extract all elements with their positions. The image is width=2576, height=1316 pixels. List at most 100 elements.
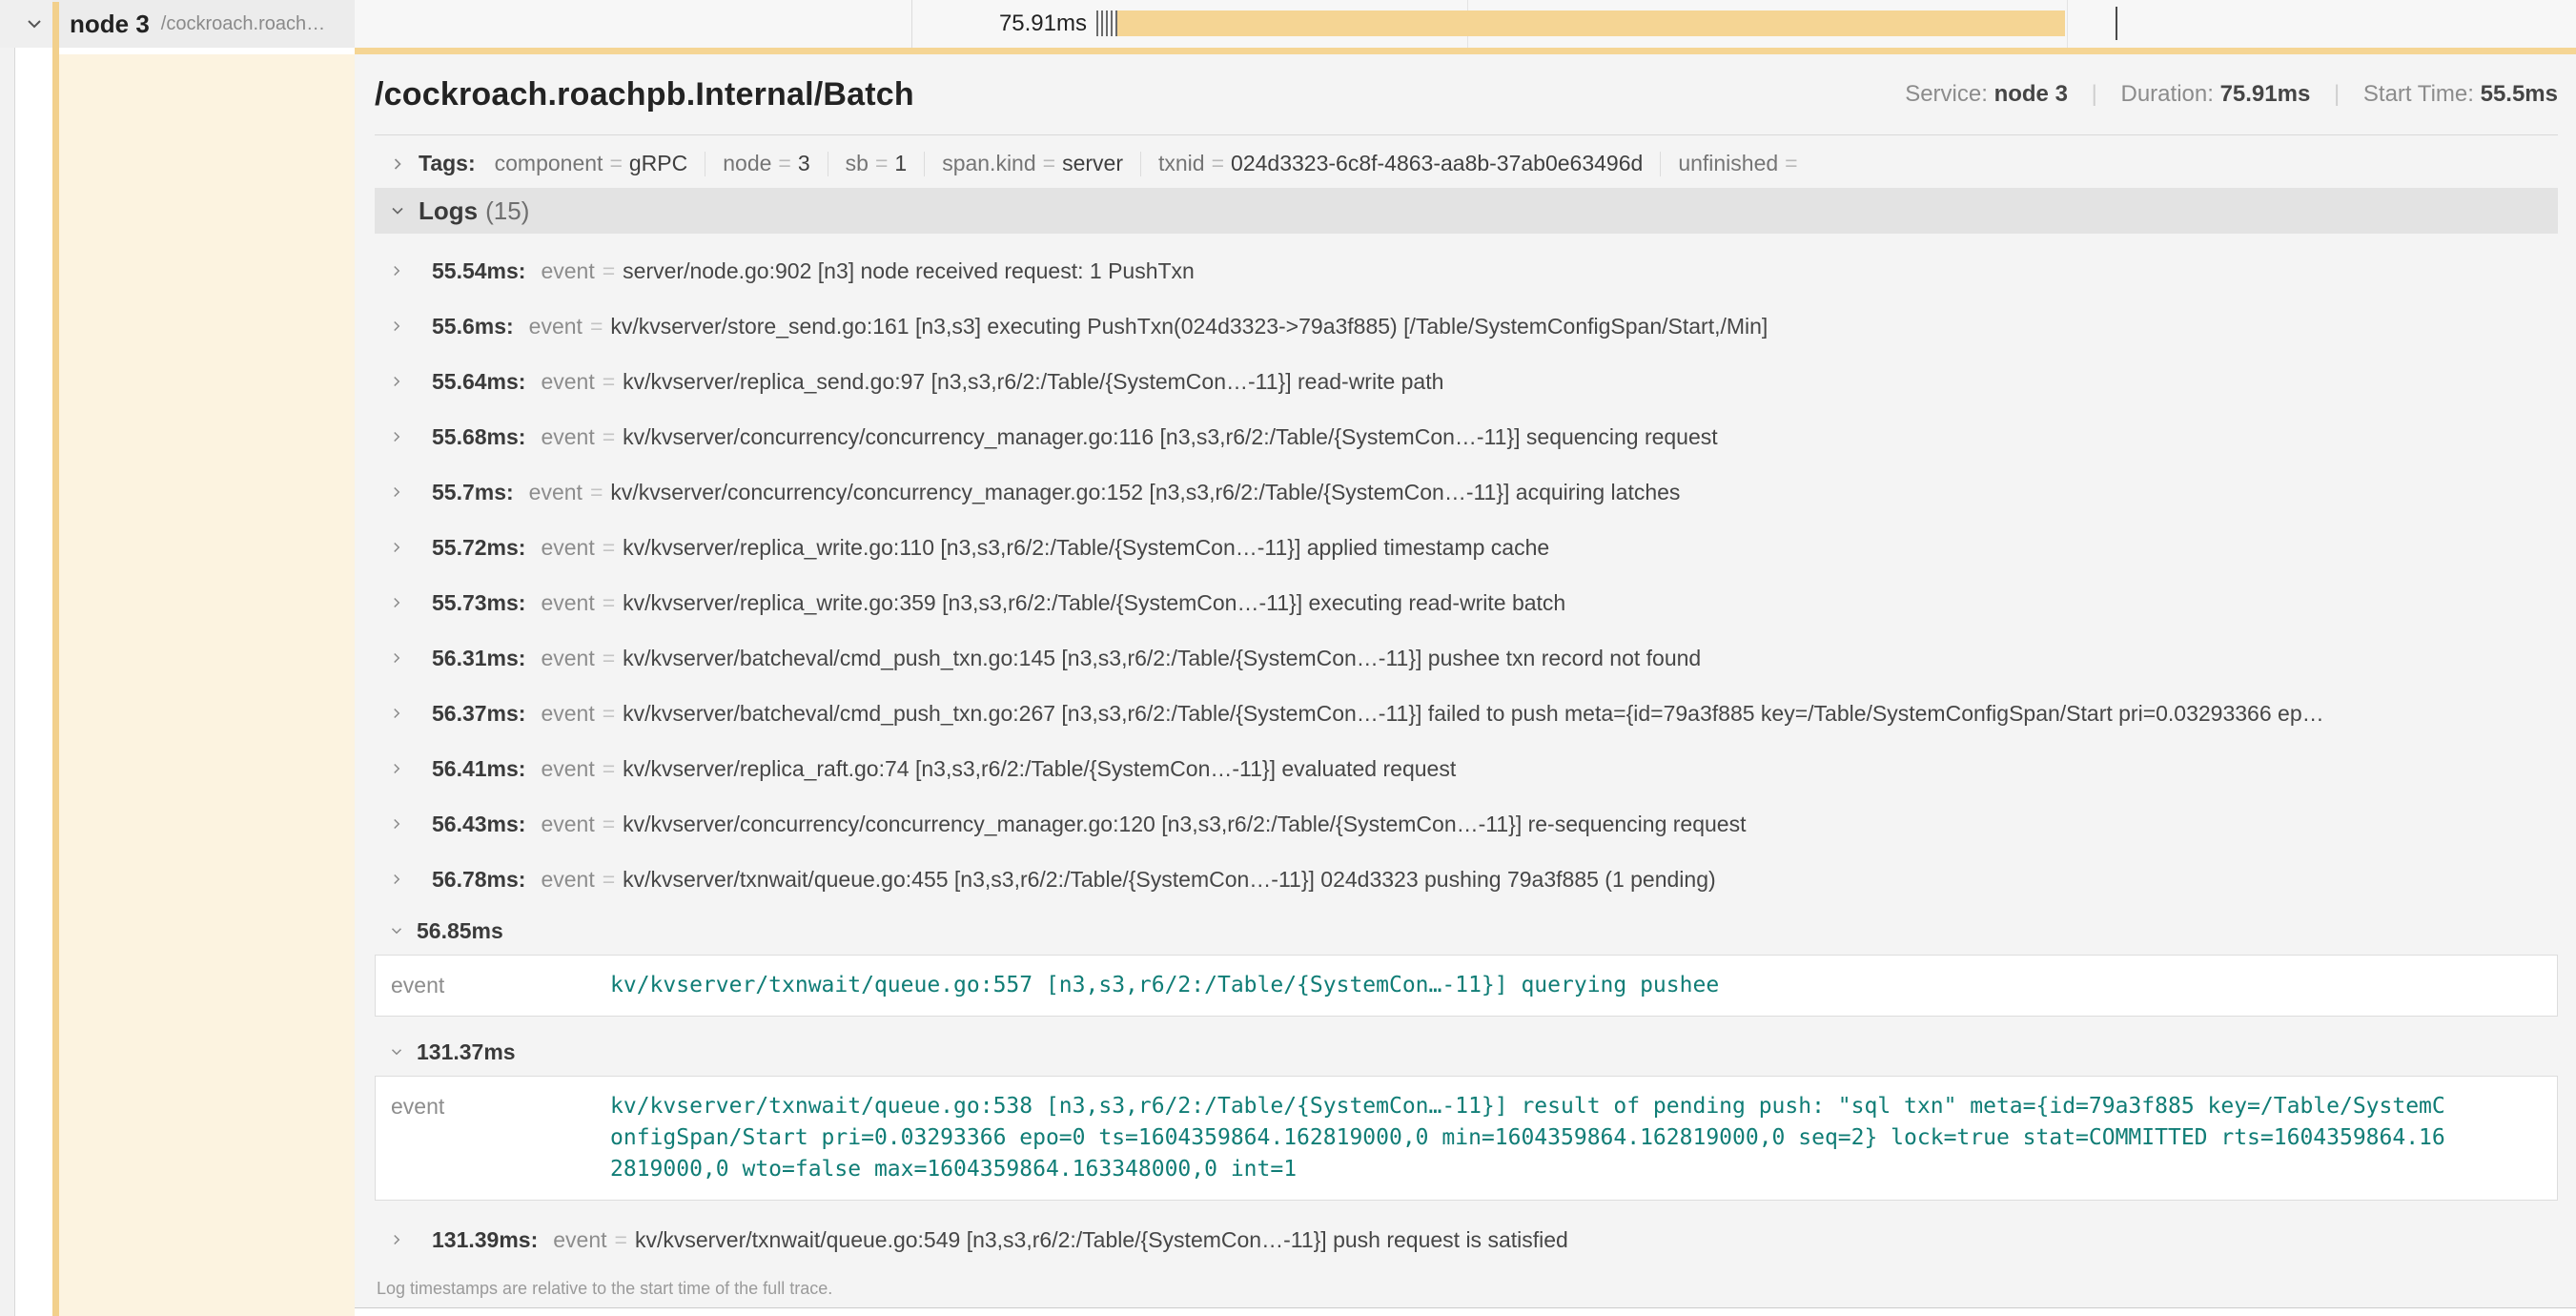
tag-item: unfinished= bbox=[1678, 151, 1804, 176]
tag-separator bbox=[1660, 152, 1661, 176]
log-timestamp: 56.37ms: bbox=[432, 701, 525, 727]
chevron-right-icon[interactable] bbox=[388, 705, 419, 722]
log-row-expanded-header[interactable]: 56.85ms bbox=[375, 907, 2558, 955]
log-row[interactable]: 56.31ms: event= kv/kvserver/batcheval/cm… bbox=[375, 630, 2558, 686]
log-timestamp: 55.6ms: bbox=[432, 314, 514, 339]
log-field: event bbox=[541, 258, 594, 284]
span-end-marker bbox=[2116, 7, 2117, 40]
timeline-row: 75.91ms bbox=[355, 0, 2576, 48]
chevron-down-icon[interactable] bbox=[388, 1043, 405, 1060]
child-span-tick bbox=[1101, 10, 1103, 36]
chevron-right-icon[interactable] bbox=[388, 1231, 419, 1248]
span-operation-name: /cockroach.roach… bbox=[161, 13, 325, 35]
child-span-tick bbox=[1111, 10, 1113, 36]
log-timestamp: 55.73ms: bbox=[432, 590, 525, 616]
collapse-span-chevron-down-icon[interactable] bbox=[23, 12, 46, 35]
log-message: kv/kvserver/concurrency/concurrency_mana… bbox=[610, 480, 1680, 505]
log-timestamp: 56.43ms: bbox=[432, 812, 525, 837]
log-row[interactable]: 56.78ms: event= kv/kvserver/txnwait/queu… bbox=[375, 852, 2558, 907]
log-field: event bbox=[541, 701, 594, 727]
chevron-right-icon[interactable] bbox=[388, 760, 419, 777]
child-span-tick bbox=[1096, 10, 1098, 36]
log-row[interactable]: 56.41ms: event= kv/kvserver/replica_raft… bbox=[375, 741, 2558, 796]
log-field: event bbox=[541, 867, 594, 893]
log-row[interactable]: 55.64ms: event= kv/kvserver/replica_send… bbox=[375, 354, 2558, 409]
log-message: kv/kvserver/txnwait/queue.go:455 [n3,s3,… bbox=[623, 867, 1716, 893]
log-timestamp: 131.37ms bbox=[417, 1039, 516, 1065]
log-timestamp: 55.54ms: bbox=[432, 258, 525, 284]
tag-item: node=3 bbox=[723, 151, 809, 176]
log-message: kv/kvserver/txnwait/queue.go:549 [n3,s3,… bbox=[635, 1227, 1568, 1253]
tags-accordian[interactable]: Tags: component=gRPC node=3 sb=1 span.ki… bbox=[375, 135, 2558, 188]
log-field: event bbox=[541, 812, 594, 837]
log-message: kv/kvserver/store_send.go:161 [n3,s3] ex… bbox=[610, 314, 1768, 339]
tag-item: sb=1 bbox=[846, 151, 908, 176]
log-list: 55.54ms: event= server/node.go:902 [n3] … bbox=[375, 234, 2558, 1308]
log-field: event bbox=[541, 646, 594, 671]
start-time-label: Start Time: bbox=[2363, 81, 2474, 107]
chevron-right-icon[interactable] bbox=[388, 649, 419, 667]
log-row[interactable]: 55.68ms: event= kv/kvserver/concurrency/… bbox=[375, 409, 2558, 464]
log-field: event bbox=[529, 480, 583, 505]
chevron-right-icon[interactable] bbox=[388, 594, 419, 611]
duration-label: Duration: bbox=[2121, 81, 2214, 107]
span-tree-header bbox=[0, 0, 52, 48]
page-title: /cockroach.roachpb.Internal/Batch bbox=[375, 76, 914, 113]
log-message: kv/kvserver/replica_write.go:110 [n3,s3,… bbox=[623, 535, 1549, 561]
log-row[interactable]: 55.73ms: event= kv/kvserver/replica_writ… bbox=[375, 575, 2558, 630]
service-label: Service: bbox=[1905, 81, 1988, 107]
log-detail-card: event kv/kvserver/txnwait/queue.go:557 [… bbox=[375, 955, 2558, 1017]
log-row[interactable]: 56.37ms: event= kv/kvserver/batcheval/cm… bbox=[375, 686, 2558, 741]
log-timestamp: 56.31ms: bbox=[432, 646, 525, 671]
log-row[interactable]: 55.54ms: event= server/node.go:902 [n3] … bbox=[375, 243, 2558, 298]
logs-title: Logs bbox=[419, 196, 478, 226]
log-row[interactable]: 131.39ms: event= kv/kvserver/txnwait/que… bbox=[375, 1212, 2558, 1267]
log-field: event bbox=[541, 424, 594, 450]
log-timestamp: 56.85ms bbox=[417, 918, 503, 944]
log-message: kv/kvserver/concurrency/concurrency_mana… bbox=[623, 812, 1746, 837]
chevron-right-icon[interactable] bbox=[388, 815, 419, 833]
chevron-down-icon[interactable] bbox=[388, 922, 405, 939]
log-field: event bbox=[541, 756, 594, 782]
log-timestamp: 131.39ms: bbox=[432, 1227, 538, 1253]
log-row[interactable]: 56.43ms: event= kv/kvserver/concurrency/… bbox=[375, 796, 2558, 852]
chevron-right-icon[interactable] bbox=[388, 483, 419, 501]
chevron-right-icon[interactable] bbox=[388, 871, 419, 888]
span-service-name: node 3 bbox=[70, 10, 150, 39]
log-message-detail: kv/kvserver/txnwait/queue.go:538 [n3,s3,… bbox=[610, 1091, 2450, 1185]
log-row[interactable]: 55.72ms: event= kv/kvserver/replica_writ… bbox=[375, 520, 2558, 575]
tag-separator bbox=[1140, 152, 1141, 176]
chevron-right-icon[interactable] bbox=[388, 539, 419, 556]
tag-item: txnid=024d3323-6c8f-4863-aa8b-37ab0e6349… bbox=[1158, 151, 1643, 176]
chevron-right-icon[interactable] bbox=[388, 373, 419, 390]
log-timestamp: 55.72ms: bbox=[432, 535, 525, 561]
tree-indent-column bbox=[16, 0, 52, 1316]
logs-accordian-header[interactable]: Logs (15) bbox=[375, 188, 2558, 234]
span-detail-header: /cockroach.roachpb.Internal/Batch Servic… bbox=[375, 54, 2558, 134]
chevron-right-icon[interactable] bbox=[388, 428, 419, 445]
left-gutter-rail bbox=[0, 0, 15, 1316]
tag-separator bbox=[924, 152, 925, 176]
log-row-expanded-header[interactable]: 131.37ms bbox=[375, 1028, 2558, 1076]
log-field: event bbox=[391, 970, 610, 1001]
log-timestamp: 55.68ms: bbox=[432, 424, 525, 450]
selected-span-name-column bbox=[59, 54, 355, 1316]
meta-separator: | bbox=[2334, 81, 2340, 107]
span-meta: Service: node 3 | Duration: 75.91ms | St… bbox=[1905, 81, 2558, 108]
log-detail-card: event kv/kvserver/txnwait/queue.go:538 [… bbox=[375, 1076, 2558, 1201]
logs-count-badge: (15) bbox=[485, 196, 529, 226]
log-message: kv/kvserver/batcheval/cmd_push_txn.go:14… bbox=[623, 646, 1701, 671]
chevron-right-icon[interactable] bbox=[388, 318, 419, 335]
tags-chevron-right-icon[interactable] bbox=[388, 154, 407, 174]
span-duration-bar[interactable] bbox=[1117, 10, 2065, 36]
chevron-right-icon[interactable] bbox=[388, 262, 419, 279]
tag-item: component=gRPC bbox=[495, 151, 688, 176]
log-message: kv/kvserver/replica_send.go:97 [n3,s3,r6… bbox=[623, 369, 1443, 395]
tag-item: span.kind=server bbox=[942, 151, 1123, 176]
log-row[interactable]: 55.6ms: event= kv/kvserver/store_send.go… bbox=[375, 298, 2558, 354]
log-field: event bbox=[529, 314, 583, 339]
span-row-name[interactable]: node 3 /cockroach.roach… bbox=[52, 0, 355, 48]
log-row[interactable]: 55.7ms: event= kv/kvserver/concurrency/c… bbox=[375, 464, 2558, 520]
logs-chevron-down-icon[interactable] bbox=[388, 201, 407, 220]
log-field: event bbox=[541, 590, 594, 616]
